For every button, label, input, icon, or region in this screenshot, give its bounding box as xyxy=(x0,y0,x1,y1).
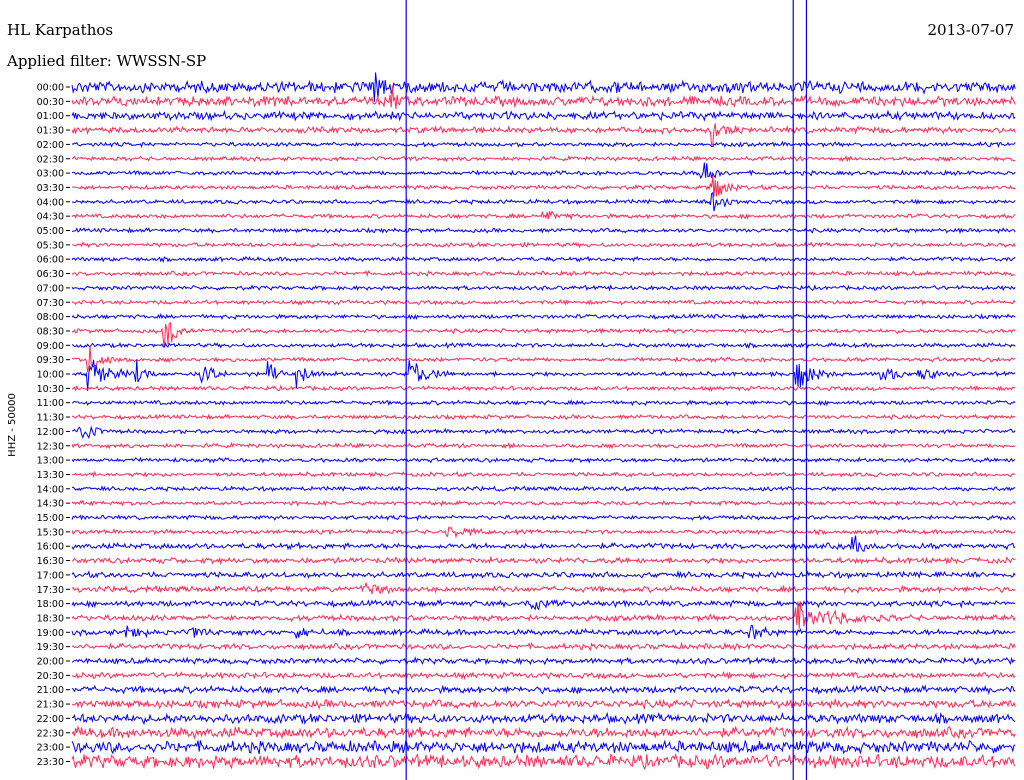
trace-line-0400 xyxy=(72,191,1016,212)
row-tick-label: 02:30 xyxy=(37,154,64,165)
row-tick-label: 07:30 xyxy=(37,298,64,309)
row-tick-label: 15:00 xyxy=(37,513,64,524)
trace-line-1500 xyxy=(71,514,1016,522)
row-tick-label: 03:30 xyxy=(37,183,64,194)
y-axis-label: HHZ - 50000 xyxy=(7,393,18,457)
row-tick-label: 23:00 xyxy=(37,743,64,754)
row-tick-label: 16:30 xyxy=(37,556,64,567)
trace-line-0700 xyxy=(71,284,1016,292)
trace-line-0830 xyxy=(71,322,1016,348)
trace-line-2330 xyxy=(71,753,1016,770)
row-tick-label: 07:00 xyxy=(37,283,64,294)
row-tick-label: 03:00 xyxy=(37,169,64,180)
trace-line-1430 xyxy=(71,499,1016,507)
row-tick-label: 02:00 xyxy=(37,140,64,151)
trace-line-1800 xyxy=(71,598,1016,611)
trace-line-1930 xyxy=(71,641,1016,652)
row-tick-label: 08:30 xyxy=(37,326,64,337)
row-tick-label: 13:30 xyxy=(37,470,64,481)
row-tick-label: 09:00 xyxy=(37,341,64,352)
trace-line-0430 xyxy=(71,210,1016,220)
row-tick-label: 08:00 xyxy=(37,312,64,323)
trace-line-1900 xyxy=(71,625,1016,640)
trace-line-0500 xyxy=(71,227,1016,235)
trace-line-1330 xyxy=(71,470,1016,478)
trace-line-2030 xyxy=(71,671,1016,681)
trace-line-1400 xyxy=(71,485,1016,493)
trace-line-2130 xyxy=(71,697,1016,711)
row-tick-label: 04:30 xyxy=(37,212,64,223)
trace-line-1630 xyxy=(71,555,1016,566)
helicorder-plot: HHZ - 50000 00:00 00:30 01:00 01:30 02:00 02:3… xyxy=(7,0,1016,780)
row-tick-label: 20:30 xyxy=(37,671,64,682)
trace-line-1730 xyxy=(71,582,1016,595)
trace-line-1130 xyxy=(72,413,1016,421)
trace-line-0930 xyxy=(71,345,1016,373)
row-tick-label: 20:00 xyxy=(37,657,64,668)
row-tick-label: 19:30 xyxy=(37,642,64,653)
trace-line-0730 xyxy=(71,299,1016,306)
row-tick-label: 10:30 xyxy=(37,384,64,395)
trace-line-0800 xyxy=(71,313,1016,321)
row-tick-label: 19:00 xyxy=(37,628,64,639)
row-tick-label: 14:30 xyxy=(37,499,64,510)
row-tick-label: 06:00 xyxy=(37,255,64,266)
row-tick-label: 00:00 xyxy=(37,83,64,94)
trace-line-1030 xyxy=(71,384,1016,392)
row-tick-label: 12:00 xyxy=(37,427,64,438)
row-tick-label: 18:30 xyxy=(37,613,64,624)
row-tick-label: 11:30 xyxy=(37,413,64,424)
row-tick-label: 22:30 xyxy=(37,728,64,739)
row-tick-label: 11:00 xyxy=(37,398,64,409)
row-tick-label: 17:30 xyxy=(37,585,64,596)
row-tick-label: 06:30 xyxy=(37,269,64,280)
row-tick-label: 05:30 xyxy=(37,240,64,251)
row-tick-label: 12:30 xyxy=(37,441,64,452)
trace-line-1830 xyxy=(71,601,1016,629)
trace-line-1300 xyxy=(71,456,1016,464)
row-tick-label: 00:30 xyxy=(37,97,64,108)
trace-line-1700 xyxy=(71,570,1016,580)
row-tick-label: 21:00 xyxy=(37,685,64,696)
row-tick-label: 21:30 xyxy=(37,700,64,711)
row-tick-label: 16:00 xyxy=(37,542,64,553)
trace-line-1600 xyxy=(71,535,1016,552)
trace-line-0130 xyxy=(71,123,1016,146)
trace-line-2230 xyxy=(71,724,1016,740)
row-tick-label: 17:00 xyxy=(37,570,64,581)
trace-line-2000 xyxy=(71,656,1016,666)
trace-line-1230 xyxy=(71,442,1016,450)
row-tick-label: 10:00 xyxy=(37,370,64,381)
row-tick-label: 09:30 xyxy=(37,355,64,366)
trace-line-0200 xyxy=(71,140,1016,149)
row-tick-label: 22:00 xyxy=(37,714,64,725)
row-tick-label: 05:00 xyxy=(37,226,64,237)
trace-line-1100 xyxy=(71,399,1016,407)
row-tick-label: 15:30 xyxy=(37,527,64,538)
trace-line-1530 xyxy=(71,526,1016,539)
trace-line-0230 xyxy=(71,155,1016,163)
trace-line-0100 xyxy=(71,109,1016,122)
row-tick-label: 23:30 xyxy=(37,757,64,768)
row-tick-label: 13:00 xyxy=(37,456,64,467)
trace-line-0300 xyxy=(71,162,1016,180)
trace-line-1200 xyxy=(71,425,1016,440)
row-tick-label: 01:30 xyxy=(37,126,64,137)
trace-line-2200 xyxy=(71,711,1016,725)
row-tick-label: 14:00 xyxy=(37,484,64,495)
trace-line-0600 xyxy=(71,255,1016,264)
row-tick-label: 04:00 xyxy=(37,197,64,208)
row-tick-label: 01:00 xyxy=(37,111,64,122)
trace-line-0330 xyxy=(71,175,1016,197)
trace-line-0630 xyxy=(71,269,1016,277)
trace-line-2100 xyxy=(71,684,1016,696)
trace-line-0530 xyxy=(71,241,1016,249)
row-tick-label: 18:00 xyxy=(37,599,64,610)
trace-line-0900 xyxy=(71,341,1016,350)
trace-line-2300 xyxy=(71,739,1016,755)
trace-line-1000 xyxy=(71,359,1016,392)
